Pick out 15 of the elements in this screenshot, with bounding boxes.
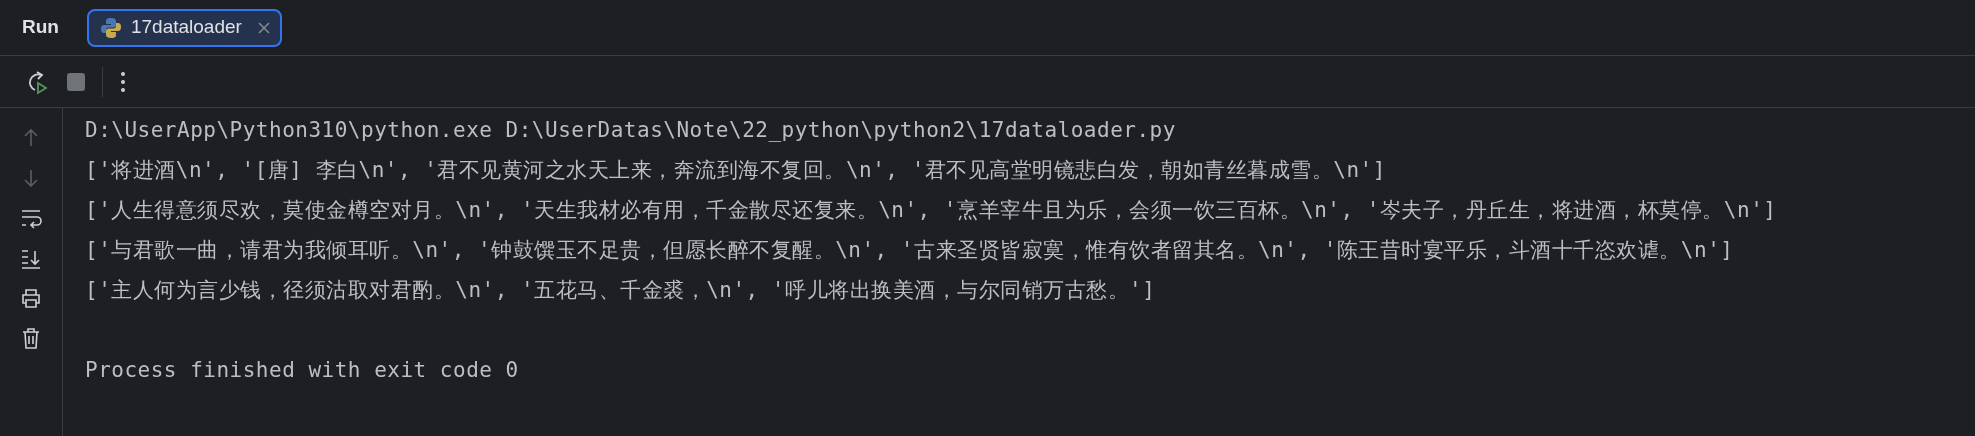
console-line: ['主人何为言少钱，径须沽取对君酌。\n', '五花马、千金裘，\n', '呼儿将出换美酒，与尔同销万古愁。']	[85, 278, 1156, 302]
panel-title: Run	[22, 15, 59, 40]
stop-button[interactable]	[66, 71, 86, 92]
console-line: ['人生得意须尽欢，莫使金樽空对月。\n', '天生我材必有用，千金散尽还复来。\n', '烹羊宰牛且为乐，会须一饮三百杯。\n', '岑夫子，丹丘生，将进酒，杯莫停。\n']	[85, 198, 1777, 222]
close-icon[interactable]	[257, 21, 270, 34]
soft-wrap-icon[interactable]	[20, 207, 42, 229]
exit-message: Process finished with exit code 0	[85, 358, 519, 382]
scroll-to-end-icon[interactable]	[20, 247, 42, 269]
trash-icon[interactable]	[20, 327, 42, 349]
printer-icon[interactable]	[20, 287, 42, 309]
console-line: ['将进酒\n', '[唐] 李白\n', '君不见黄河之水天上来，奔流到海不复回。\n', '君不见高堂明镜悲白发，朝如青丝暮成雪。\n']	[85, 158, 1386, 182]
console-line: ['与君歌一曲，请君为我倾耳听。\n', '钟鼓馔玉不足贵，但愿长醉不复醒。\n', '古来圣贤皆寂寞，惟有饮者留其名。\n', '陈王昔时宴平乐，斗酒十千恣欢谑。\n']	[85, 238, 1734, 262]
python-icon	[98, 15, 123, 40]
console-line: D:\UserApp\Python310\python.exe D:\UserDatas\Note\22_python\python2\17dataloader.py	[85, 118, 1176, 142]
run-tab[interactable]: 17dataloader	[86, 8, 282, 47]
